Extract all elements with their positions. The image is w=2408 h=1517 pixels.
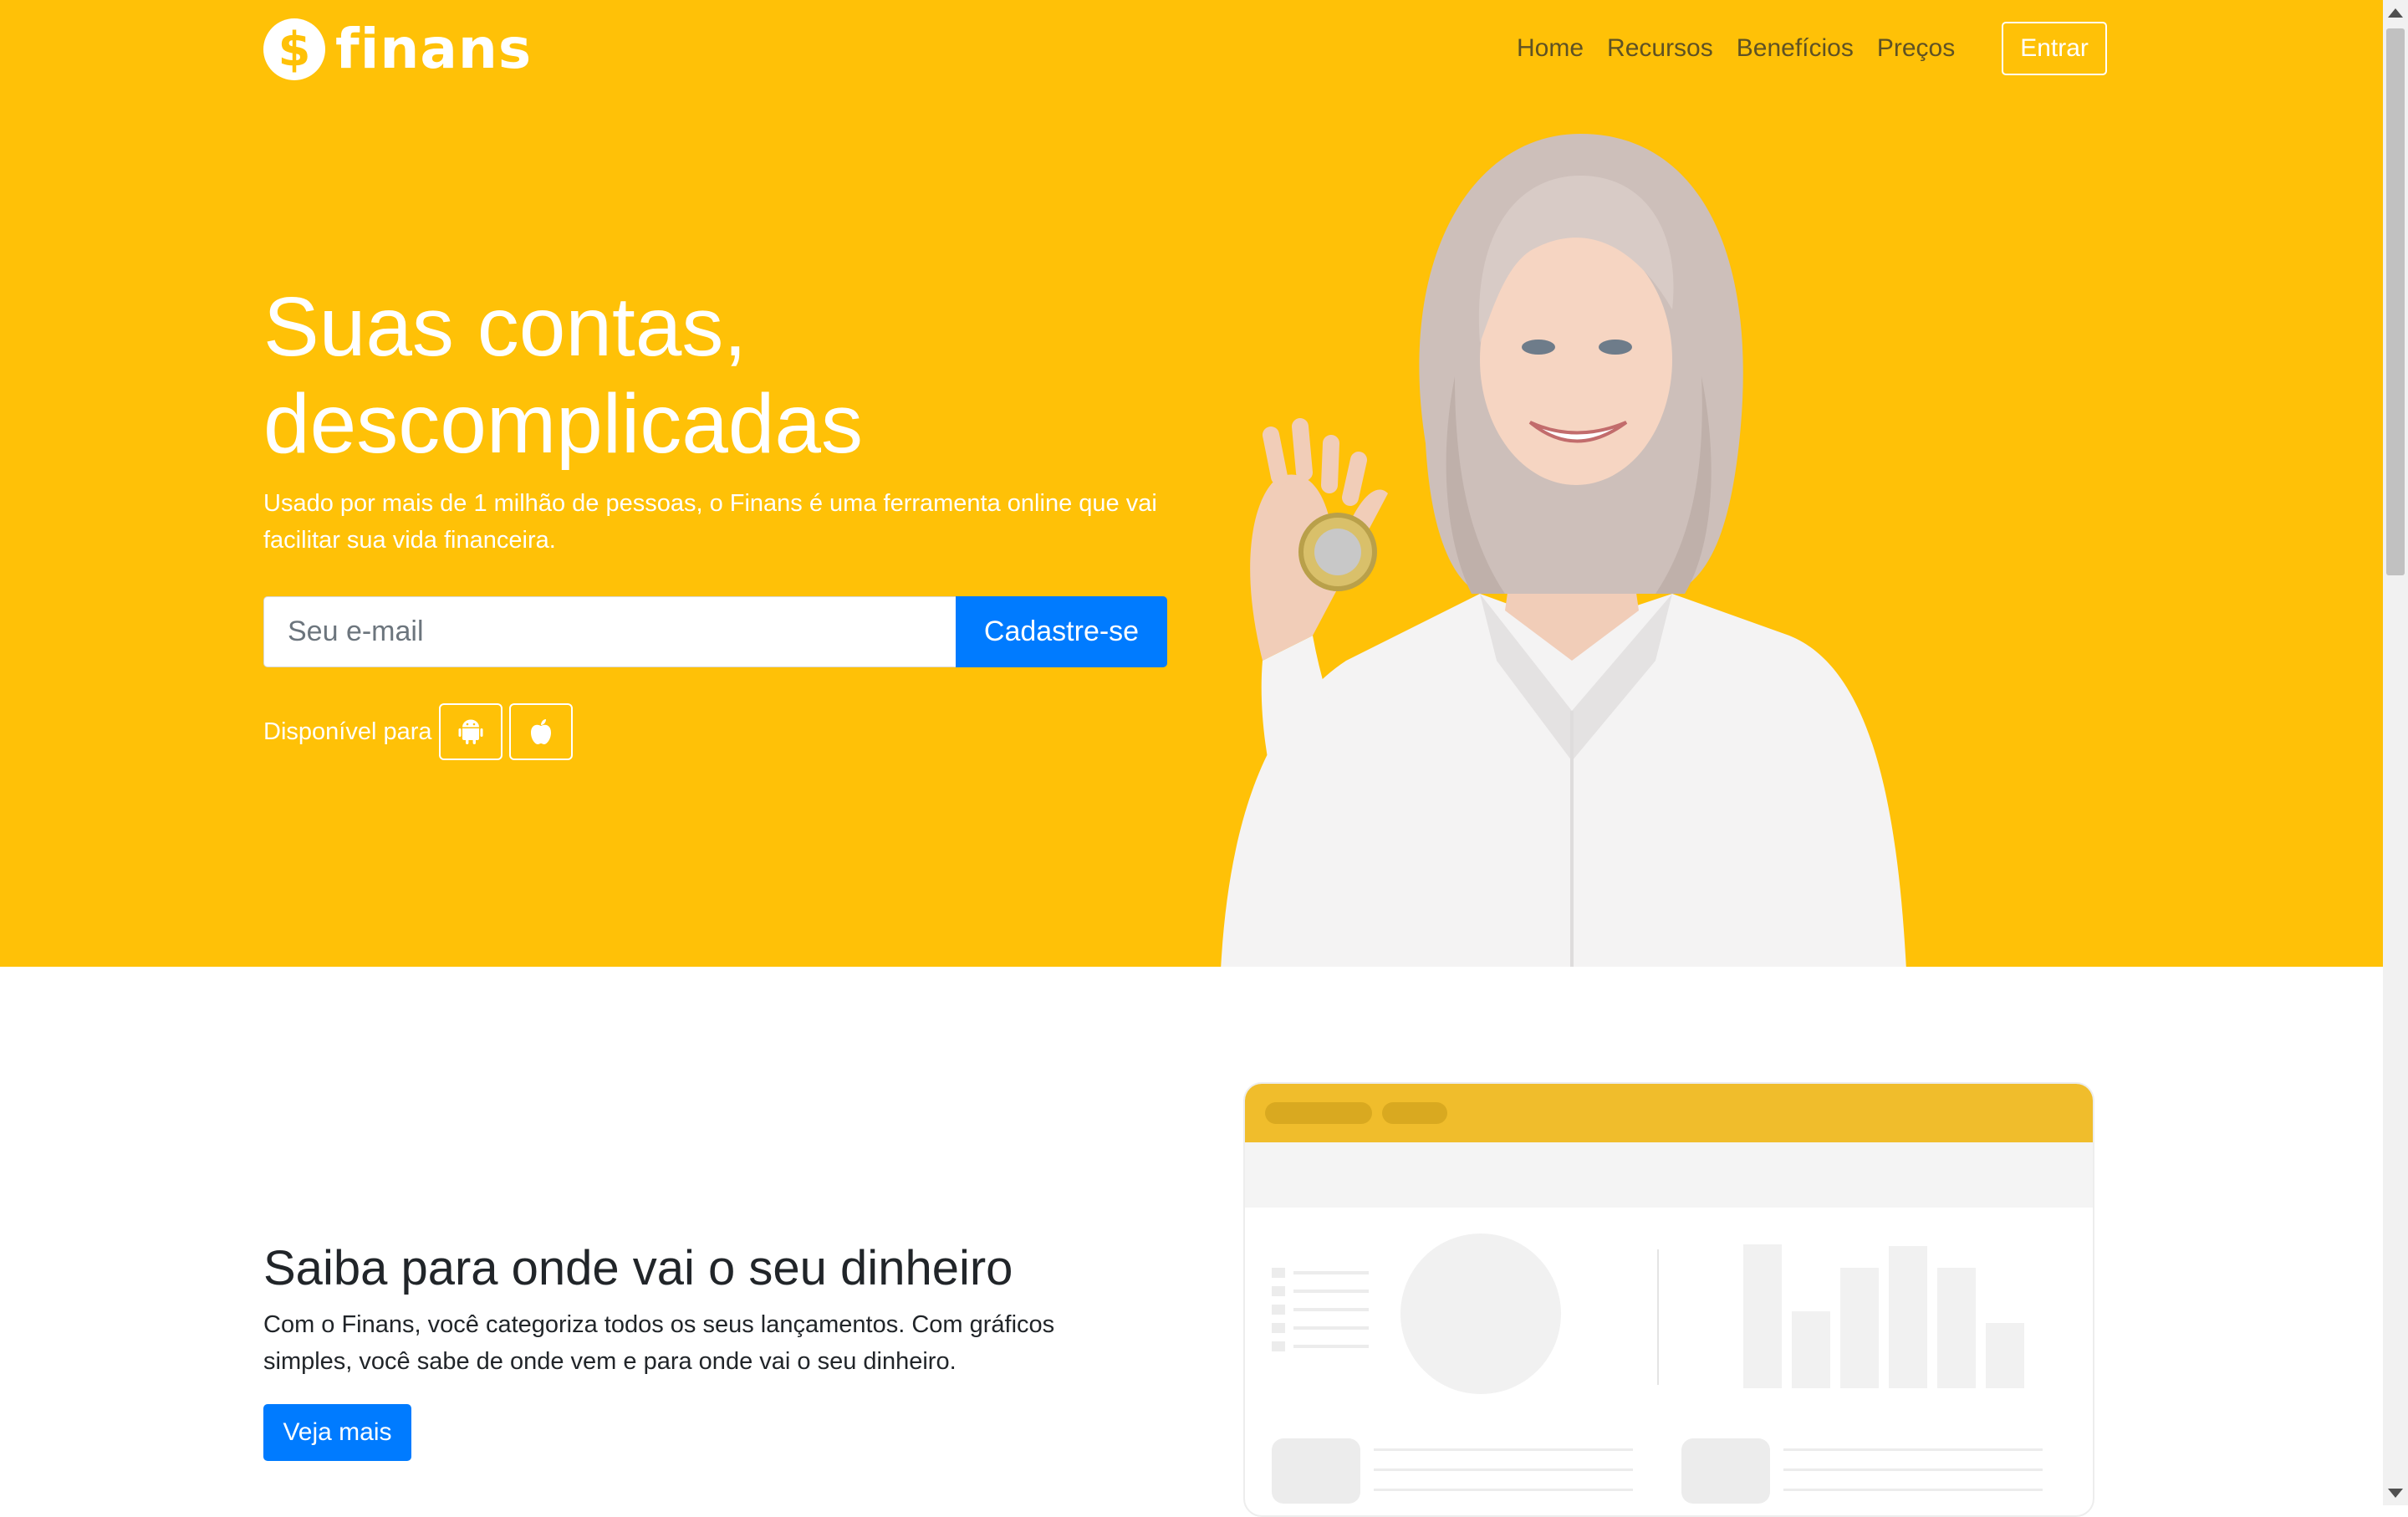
brand-name: finans [335,17,533,81]
apple-icon [530,719,551,744]
feature-title: Saiba para onde vai o seu dinheiro [263,1241,1013,1295]
hero-section: $ finans Home Recursos Benefícios Preços… [0,0,2383,967]
page-scrollbar[interactable] [2383,0,2408,1505]
brand-logo[interactable]: $ finans [263,18,532,80]
email-input[interactable] [263,596,956,667]
scroll-down-arrow-icon[interactable] [2388,1489,2403,1498]
nav-link-precos[interactable]: Preços [1865,34,1967,63]
scroll-thumb[interactable] [2386,28,2405,575]
see-more-button[interactable]: Veja mais [263,1404,411,1461]
hero-headline: Suas contas, descomplicadas [263,278,1183,472]
headline-line-2: descomplicadas [263,377,864,471]
nav-link-recursos[interactable]: Recursos [1595,34,1725,63]
dashboard-preview-illustration [1243,1082,2094,1517]
signup-button[interactable]: Cadastre-se [956,596,1167,667]
nav-link-home[interactable]: Home [1505,34,1595,63]
apple-store-button[interactable] [508,703,573,760]
dashboard-mockup-graphic [1245,1084,2093,1504]
woman-holding-coin-photo [1221,134,1906,967]
available-label: Disponível para [263,718,432,745]
scroll-up-arrow-icon[interactable] [2388,8,2403,18]
android-store-button[interactable] [438,703,503,760]
android-icon [458,719,482,744]
dollar-coin-icon: $ [263,18,325,80]
nav-link-beneficios[interactable]: Benefícios [1725,34,1865,63]
login-button[interactable]: Entrar [2002,22,2107,75]
headline-line-1: Suas contas, [263,280,747,374]
app-availability: Disponível para [263,702,579,761]
hero-subtitle: Usado por mais de 1 milhão de pessoas, o… [263,490,1157,554]
signup-form: Cadastre-se [263,596,1167,667]
main-nav: Home Recursos Benefícios Preços Entrar [1505,20,2107,77]
feature-text: Com o Finans, você categoriza todos os s… [263,1311,1055,1375]
